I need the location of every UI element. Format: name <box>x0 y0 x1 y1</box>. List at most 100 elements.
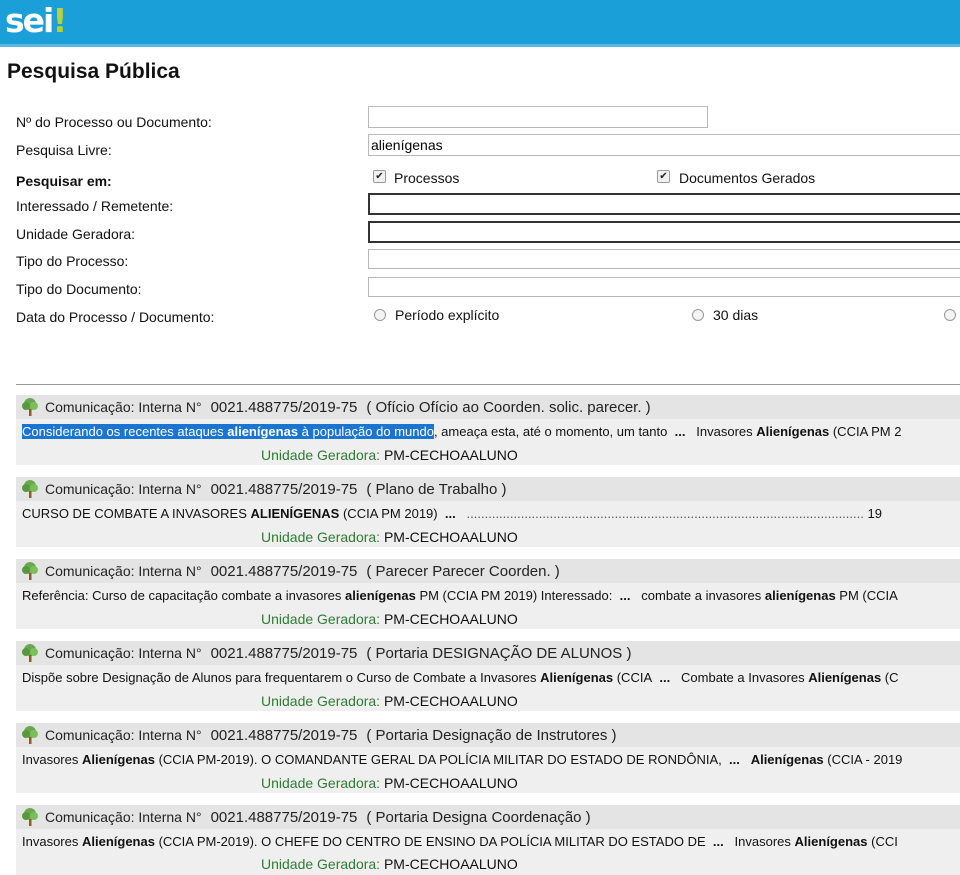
result-item: Comunicação: Interna N° 0021.488775/2019-… <box>16 477 960 547</box>
result-type: Comunicação: Interna N° <box>45 727 202 743</box>
result-unit: Unidade Geradora: PM-CECHOAALUNO <box>261 529 518 545</box>
result-unit: Unidade Geradora: PM-CECHOAALUNO <box>261 693 518 709</box>
periodo-explicito-radio[interactable] <box>374 309 386 321</box>
top-bar: sei! <box>0 0 960 47</box>
unit-label: Unidade Geradora: <box>261 775 381 791</box>
snippet-text: Dispõe sobre Designação de Alunos para f… <box>22 670 541 685</box>
tipo-processo-label: Tipo do Processo: <box>16 253 129 269</box>
result-number[interactable]: 0021.488775/2019-75 <box>211 563 358 580</box>
result-number[interactable]: 0021.488775/2019-75 <box>211 399 358 416</box>
result-title[interactable]: Comunicação: Interna N° 0021.488775/2019-… <box>45 481 506 498</box>
process-number-label: Nº do Processo ou Documento: <box>16 114 212 130</box>
tipo-documento-select[interactable] <box>368 277 960 297</box>
result-type: Comunicação: Interna N° <box>45 399 202 415</box>
tree-icon <box>22 480 38 498</box>
result-header: Comunicação: Interna N° 0021.488775/2019-… <box>16 559 960 583</box>
result-type: Comunicação: Interna N° <box>45 481 202 497</box>
result-body: CURSO DE COMBATE A INVASORES ALIENÍGENAS… <box>16 501 960 547</box>
unit-value: PM-CECHOAALUNO <box>383 775 518 791</box>
snippet-ellipsis: ... <box>674 424 686 439</box>
result-type: Comunicação: Interna N° <box>45 645 202 661</box>
result-number[interactable]: 0021.488775/2019-75 <box>211 481 358 498</box>
result-doc[interactable]: ( Plano de Trabalho ) <box>366 481 506 498</box>
search-in-label: Pesquisar em: <box>16 173 112 189</box>
snippet-term: Alienígenas <box>81 752 155 767</box>
result-header: Comunicação: Interna N° 0021.488775/2019-… <box>16 395 960 419</box>
result-doc[interactable]: ( Ofício Ofício ao Coorden. solic. parec… <box>366 399 650 416</box>
result-type: Comunicação: Interna N° <box>45 563 202 579</box>
unit-value: PM-CECHOAALUNO <box>383 529 518 545</box>
documentos-option-label: Documentos Gerados <box>679 170 816 186</box>
snippet-term: ALIENÍGENAS <box>250 506 340 521</box>
result-header: Comunicação: Interna N° 0021.488775/2019-… <box>16 477 960 501</box>
snippet-ellipsis: ... <box>712 834 724 849</box>
result-doc[interactable]: ( Portaria Designação de Instrutores ) <box>366 727 616 744</box>
trinta-dias-label: 30 dias <box>713 307 759 323</box>
unit-value: PM-CECHOAALUNO <box>383 693 518 709</box>
free-search-label: Pesquisa Livre: <box>16 142 112 158</box>
snippet-term: Alienígenas <box>794 834 868 849</box>
unit-value: PM-CECHOAALUNO <box>383 856 518 872</box>
result-title[interactable]: Comunicação: Interna N° 0021.488775/2019-… <box>45 809 591 826</box>
snippet-page: 19 <box>867 506 882 521</box>
snippet-text: Referência: Curso de capacitação combate… <box>22 588 346 603</box>
snippet-text: (CCIA - 2019 <box>823 752 903 767</box>
processos-checkbox[interactable]: ✔ <box>373 170 386 183</box>
result-snippet: Invasores Alienígenas (CCIA PM-2019). O … <box>22 752 902 767</box>
tipo-processo-select[interactable] <box>368 249 960 269</box>
result-title[interactable]: Comunicação: Interna N° 0021.488775/2019-… <box>45 645 631 662</box>
snippet-term: Alienígenas <box>750 752 824 767</box>
result-doc[interactable]: ( Portaria DESIGNAÇÃO DE ALUNOS ) <box>366 645 631 662</box>
unit-label: Unidade Geradora: <box>261 856 381 872</box>
result-doc[interactable]: ( Portaria Designa Coordenação ) <box>366 809 590 826</box>
interessado-input[interactable] <box>368 193 960 215</box>
trinta-dias-radio[interactable] <box>692 309 704 321</box>
result-type: Comunicação: Interna N° <box>45 809 202 825</box>
sei-logo[interactable]: sei! <box>5 2 67 40</box>
result-snippet: Dispõe sobre Designação de Alunos para f… <box>22 670 899 685</box>
interessado-label: Interessado / Remetente: <box>16 198 174 214</box>
snippet-text: CURSO DE COMBATE A INVASORES <box>22 506 251 521</box>
snippet-text: Invasores <box>22 752 82 767</box>
results-divider <box>16 384 960 385</box>
tree-icon <box>22 726 38 744</box>
snippet-term: Alienígenas <box>81 834 155 849</box>
result-unit: Unidade Geradora: PM-CECHOAALUNO <box>261 775 518 791</box>
result-unit: Unidade Geradora: PM-CECHOAALUNO <box>261 856 518 872</box>
snippet-ellipsis: ... <box>444 506 456 521</box>
snippet-text: PM (CCIA PM 2019) Interessado: <box>415 588 613 603</box>
result-snippet: Invasores Alienígenas (CCIA PM-2019). O … <box>22 834 898 849</box>
result-title[interactable]: Comunicação: Interna N° 0021.488775/2019-… <box>45 399 651 416</box>
sessenta-dias-radio[interactable] <box>944 309 956 321</box>
free-search-input[interactable] <box>368 134 960 156</box>
result-unit: Unidade Geradora: PM-CECHOAALUNO <box>261 447 518 463</box>
snippet-text: Combate a Invasores <box>681 670 809 685</box>
snippet-term: alienígenas <box>345 588 416 603</box>
snippet-ellipsis: ... <box>659 670 671 685</box>
result-number[interactable]: 0021.488775/2019-75 <box>211 809 358 826</box>
result-title[interactable]: Comunicação: Interna N° 0021.488775/2019-… <box>45 563 560 580</box>
unit-value: PM-CECHOAALUNO <box>383 447 518 463</box>
snippet-ellipsis: ... <box>729 752 740 767</box>
result-header: Comunicação: Interna N° 0021.488775/2019-… <box>16 723 960 747</box>
snippet-text: (CCI <box>867 834 898 849</box>
unidade-geradora-input[interactable] <box>368 221 960 243</box>
snippet-text: (CCIA <box>613 670 653 685</box>
snippet-text: Invasores <box>734 834 795 849</box>
snippet-text: Invasores <box>696 424 757 439</box>
result-doc[interactable]: ( Parecer Parecer Coorden. ) <box>366 563 559 580</box>
result-title[interactable]: Comunicação: Interna N° 0021.488775/2019-… <box>45 727 617 744</box>
process-number-input[interactable] <box>368 106 708 128</box>
snippet-text: (C <box>881 670 899 685</box>
tipo-documento-label: Tipo do Documento: <box>16 281 142 297</box>
result-item: Comunicação: Interna N° 0021.488775/2019-… <box>16 805 960 875</box>
periodo-explicito-label: Período explícito <box>395 307 500 323</box>
result-item: Comunicação: Interna N° 0021.488775/2019-… <box>16 641 960 711</box>
result-item: Comunicação: Interna N° 0021.488775/2019-… <box>16 723 960 793</box>
result-header: Comunicação: Interna N° 0021.488775/2019-… <box>16 641 960 665</box>
documentos-checkbox[interactable]: ✔ <box>657 170 670 183</box>
result-number[interactable]: 0021.488775/2019-75 <box>211 645 358 662</box>
result-body: Invasores Alienígenas (CCIA PM-2019). O … <box>16 747 960 793</box>
result-number[interactable]: 0021.488775/2019-75 <box>211 727 358 744</box>
snippet-term: Alienígenas <box>540 670 614 685</box>
